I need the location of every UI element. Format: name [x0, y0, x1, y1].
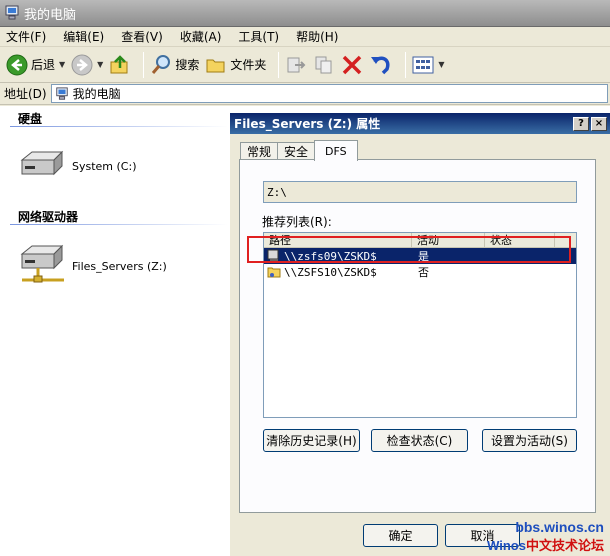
- watermark: bbs.winos.cn Winos中文技术论坛: [487, 519, 604, 554]
- folders-label: 文件夹: [230, 58, 267, 72]
- dfs-panel: Z:\ 推荐列表(R): 路径 活动 状态 \\zsfs09\ZSKD$ 是 \…: [239, 159, 596, 513]
- section-divider: [10, 126, 228, 127]
- back-label: 后退: [31, 58, 56, 72]
- dialog-tabs: 常规 安全 DFS: [240, 140, 358, 161]
- close-button[interactable]: ×: [591, 116, 607, 131]
- tab-general[interactable]: 常规: [240, 142, 279, 160]
- drive-z-label: Files_Servers (Z:): [72, 259, 167, 273]
- clear-history-button[interactable]: 清除历史记录(H): [263, 429, 360, 452]
- chevron-down-icon[interactable]: ▼: [438, 60, 444, 69]
- address-bar: 地址(D) 我的电脑: [0, 83, 610, 105]
- menu-tools[interactable]: 工具(T): [238, 28, 279, 45]
- set-active-button[interactable]: 设置为活动(S): [482, 429, 577, 452]
- up-folder-icon: [110, 54, 128, 73]
- toolbar-separator: [405, 51, 407, 78]
- undo-icon: [371, 56, 390, 74]
- check-status-button[interactable]: 检查状态(C): [371, 429, 468, 452]
- address-input[interactable]: 我的电脑: [50, 84, 608, 103]
- menu-favorites[interactable]: 收藏(A): [180, 28, 222, 45]
- chevron-down-icon[interactable]: ▼: [97, 60, 103, 69]
- window-titlebar: 我的电脑: [0, 0, 610, 27]
- referral-list-label: 推荐列表(R):: [262, 215, 332, 229]
- address-value: 我的电脑: [72, 87, 121, 101]
- back-button[interactable]: 后退 ▼: [6, 50, 65, 80]
- table-row[interactable]: \\zsfs09\ZSKD$ 是: [264, 248, 576, 264]
- list-header: 路径 活动 状态: [264, 233, 576, 248]
- copy-to-icon: [315, 56, 332, 73]
- views-icon: [412, 56, 434, 73]
- ok-button[interactable]: 确定: [363, 524, 438, 547]
- search-label: 搜索: [175, 58, 200, 72]
- table-row[interactable]: \\ZSFS10\ZSKD$ 否: [264, 264, 576, 280]
- drive-c-label: System (C:): [72, 159, 137, 173]
- network-drive-icon: [20, 244, 64, 283]
- views-button[interactable]: ▼: [412, 50, 445, 80]
- copy-to-button[interactable]: [313, 50, 335, 80]
- drive-z[interactable]: Files_Servers (Z:): [18, 244, 167, 288]
- menu-edit[interactable]: 编辑(E): [63, 28, 104, 45]
- properties-dialog: Files_Servers (Z:) 属性 ? × 常规 安全 DFS Z:\ …: [229, 112, 610, 556]
- row-path: \\ZSFS10\ZSKD$: [284, 265, 377, 279]
- drive-c[interactable]: System (C:): [18, 148, 137, 184]
- search-icon: [152, 54, 171, 74]
- dialog-titlebar: Files_Servers (Z:) 属性 ? ×: [230, 113, 610, 134]
- column-active[interactable]: 活动: [412, 233, 485, 247]
- move-to-button[interactable]: [285, 50, 307, 80]
- referral-list[interactable]: 路径 活动 状态 \\zsfs09\ZSKD$ 是 \\ZSFS10\ZSKD$…: [263, 232, 577, 418]
- folders-button[interactable]: 文件夹: [205, 50, 266, 80]
- shared-folder-icon: [267, 267, 281, 278]
- tab-dfs[interactable]: DFS: [314, 140, 358, 161]
- help-button[interactable]: ?: [573, 116, 589, 131]
- search-button[interactable]: 搜索: [150, 50, 199, 80]
- my-computer-icon: [5, 5, 19, 20]
- chevron-down-icon[interactable]: ▼: [59, 60, 65, 69]
- row-active: 否: [418, 266, 429, 279]
- toolbar-separator: [143, 51, 145, 78]
- hard-drive-icon: [20, 150, 64, 176]
- address-label: 地址(D): [4, 87, 47, 101]
- dfs-path-field: Z:\: [263, 181, 577, 203]
- server-share-icon: [267, 249, 279, 262]
- network-drives-heading: 网络驱动器: [18, 210, 79, 224]
- watermark-url: bbs.winos.cn: [515, 519, 604, 535]
- column-path[interactable]: 路径: [264, 233, 412, 247]
- forward-arrow-icon: [71, 54, 93, 75]
- column-status[interactable]: 状态: [485, 233, 555, 247]
- watermark-forum: Winos中文技术论坛: [487, 535, 604, 554]
- folder-icon: [206, 59, 225, 72]
- row-path: \\zsfs09\ZSKD$: [284, 249, 377, 263]
- up-folder-button[interactable]: [109, 50, 131, 80]
- menu-help[interactable]: 帮助(H): [296, 28, 338, 45]
- toolbar-separator: [278, 51, 280, 78]
- my-computer-icon: [55, 86, 68, 100]
- delete-button[interactable]: [341, 50, 363, 80]
- forward-button[interactable]: ▼: [71, 50, 103, 80]
- move-to-icon: [287, 57, 306, 72]
- window-title: 我的电脑: [24, 7, 77, 23]
- menu-file[interactable]: 文件(F): [6, 28, 46, 45]
- watermark-brand: Winos: [487, 538, 526, 553]
- delete-x-icon: [343, 55, 362, 74]
- back-arrow-icon: [6, 54, 28, 75]
- row-active: 是: [418, 250, 429, 263]
- dialog-title: Files_Servers (Z:) 属性: [234, 117, 381, 131]
- menu-view[interactable]: 查看(V): [121, 28, 163, 45]
- undo-button[interactable]: [369, 50, 393, 80]
- menu-bar: 文件(F) 编辑(E) 查看(V) 收藏(A) 工具(T) 帮助(H): [0, 27, 610, 47]
- section-divider: [10, 224, 228, 225]
- hard-disks-heading: 硬盘: [18, 112, 43, 126]
- watermark-forum-name: 中文技术论坛: [525, 538, 604, 553]
- tab-security[interactable]: 安全: [277, 142, 316, 160]
- toolbar: 后退 ▼ ▼ 搜索 文件夹 ▼: [0, 47, 610, 83]
